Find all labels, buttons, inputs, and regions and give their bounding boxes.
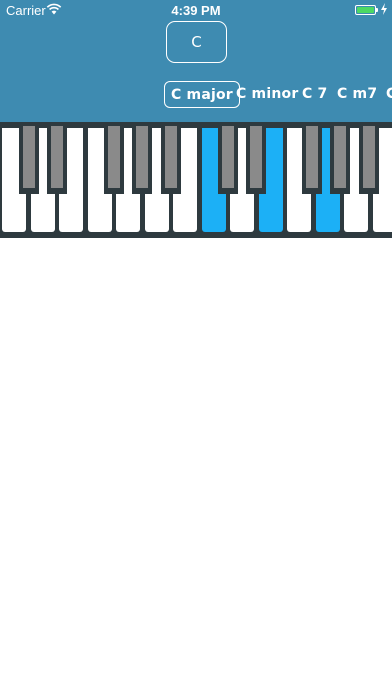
chord-option-major[interactable]: C major (164, 81, 240, 108)
header-bar: Carrier 4:39 PM C C major C minor C 7 C … (0, 0, 392, 122)
black-key-2[interactable] (104, 122, 124, 194)
battery-icon (355, 5, 378, 15)
black-key-3[interactable] (132, 122, 152, 194)
chord-option-7[interactable]: C 7 (302, 81, 328, 108)
status-bar: Carrier 4:39 PM (0, 0, 392, 20)
black-key-1[interactable] (47, 122, 67, 194)
root-note-button[interactable]: C (166, 21, 227, 63)
clock: 4:39 PM (171, 3, 221, 18)
root-note-label: C (191, 33, 202, 51)
piano-keyboard (0, 122, 392, 238)
black-key-5[interactable] (218, 122, 238, 194)
black-key-4[interactable] (161, 122, 181, 194)
black-key-8[interactable] (330, 122, 350, 194)
black-key-9[interactable] (359, 122, 379, 194)
black-key-6[interactable] (246, 122, 266, 194)
chord-option-next[interactable]: C (386, 81, 392, 108)
black-key-7[interactable] (302, 122, 322, 194)
chord-option-m7[interactable]: C m7 (337, 81, 377, 108)
charging-bolt-icon (381, 3, 387, 15)
chord-type-selector[interactable]: C major C minor C 7 C m7 C (0, 81, 392, 109)
chord-option-minor[interactable]: C minor (236, 81, 298, 108)
black-key-0[interactable] (19, 122, 39, 194)
